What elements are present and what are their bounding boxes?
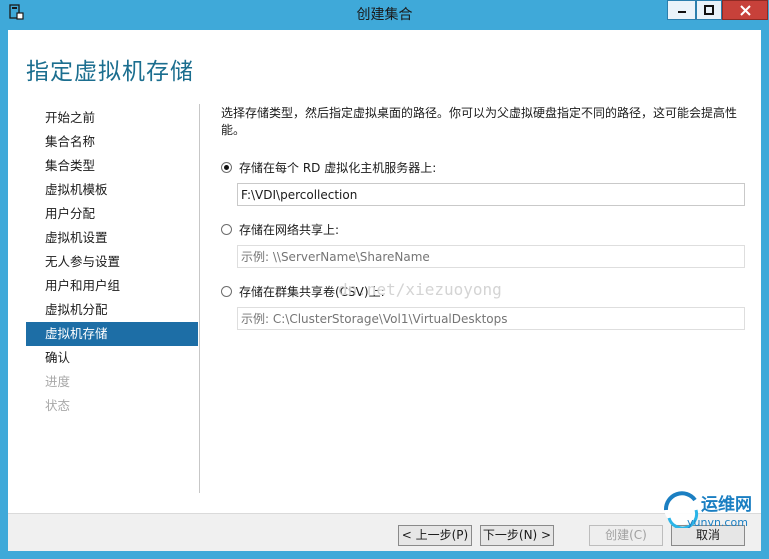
nav-item-user-assignment[interactable]: 用户分配 (26, 202, 198, 226)
close-icon (739, 4, 751, 16)
create-button: 创建(C) (589, 525, 663, 546)
minimize-icon (677, 11, 686, 13)
prev-button[interactable]: < 上一步(P) (398, 525, 472, 546)
nav-item-users-groups[interactable]: 用户和用户组 (26, 274, 198, 298)
nav-item-collection-name[interactable]: 集合名称 (26, 130, 198, 154)
close-button[interactable] (722, 0, 768, 20)
csv-path-input (237, 307, 745, 330)
nav-item-vm-settings[interactable]: 虚拟机设置 (26, 226, 198, 250)
title-bar[interactable]: 创建集合 (0, 0, 769, 26)
watermark: dn.net/xiezuoyong (338, 280, 502, 299)
nav-item-status: 状态 (45, 398, 71, 413)
site-logo: 运维网 yunvn.com (659, 478, 759, 551)
nav-item-progress: 进度 (45, 374, 71, 389)
maximize-button[interactable] (696, 0, 722, 20)
page-description: 选择存储类型，然后指定虚拟桌面的路径。你可以为父虚拟硬盘指定不同的路径，这可能会… (221, 106, 738, 137)
nav-item-unattended-settings[interactable]: 无人参与设置 (26, 250, 198, 274)
nav-item-vm-template[interactable]: 虚拟机模板 (26, 178, 198, 202)
option-rd-host-label: 存储在每个 RD 虚拟化主机服务器上: (239, 161, 437, 175)
rd-host-path-input[interactable] (237, 183, 745, 206)
radio-network-share[interactable] (221, 224, 232, 235)
radio-csv[interactable] (221, 286, 232, 297)
nav-item-before-begin[interactable]: 开始之前 (26, 106, 198, 130)
next-button[interactable]: 下一步(N) > (480, 525, 554, 546)
nav-item-collection-type[interactable]: 集合类型 (26, 154, 198, 178)
wizard-nav: 开始之前 集合名称 集合类型 虚拟机模板 用户分配 虚拟机设置 无人参与设置 用… (26, 106, 198, 418)
page-title: 指定虚拟机存储 (26, 59, 194, 85)
window-title: 创建集合 (356, 7, 413, 23)
logo-text: 运维网 (701, 495, 752, 515)
button-bar: < 上一步(P) 下一步(N) > 创建(C) 取消 (8, 513, 761, 551)
nav-item-vm-storage[interactable]: 虚拟机存储 (26, 322, 198, 346)
logo-url: yunvn.com (687, 516, 748, 529)
nav-divider (199, 104, 200, 493)
nav-item-confirmation[interactable]: 确认 (26, 346, 198, 370)
network-share-path-input (237, 245, 745, 268)
radio-rd-host[interactable] (221, 162, 232, 173)
maximize-icon (704, 5, 714, 15)
minimize-button[interactable] (667, 0, 696, 20)
option-network-share-label: 存储在网络共享上: (239, 223, 340, 237)
wizard-body: 指定虚拟机存储 开始之前 集合名称 集合类型 虚拟机模板 用户分配 虚拟机设置 … (8, 30, 761, 551)
nav-item-vm-allocation[interactable]: 虚拟机分配 (26, 298, 198, 322)
